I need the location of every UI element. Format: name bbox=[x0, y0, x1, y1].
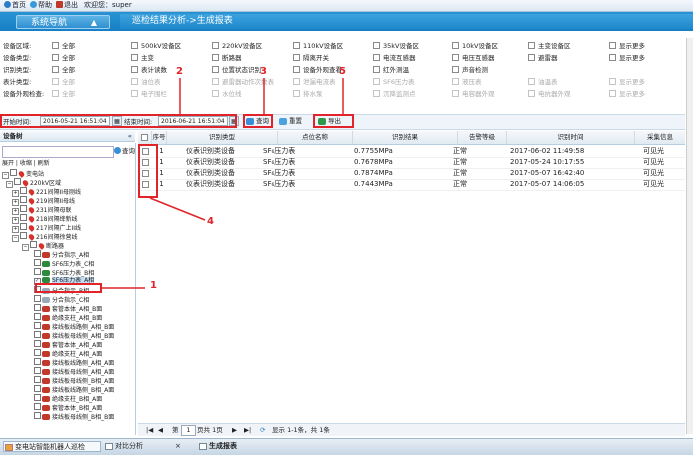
close-icon[interactable]: × bbox=[175, 441, 181, 452]
task-generate-report[interactable]: 生成报表 bbox=[198, 441, 260, 452]
annotation-label-3: 3 bbox=[260, 66, 267, 77]
annotation-lines bbox=[102, 78, 344, 289]
task-label: 生成报表 bbox=[209, 442, 237, 450]
annotation-label-1: 1 bbox=[150, 280, 157, 291]
home-icon bbox=[5, 444, 13, 451]
task-label: 对比分析 bbox=[115, 442, 143, 450]
annotation-label-5: 5 bbox=[339, 66, 346, 77]
taskbar: 变电站智能机器人巡检 对比分析 × 生成报表 bbox=[0, 438, 693, 455]
window-icon bbox=[199, 443, 207, 450]
task-robot-inspection[interactable]: 变电站智能机器人巡检 bbox=[3, 441, 101, 452]
annotation-label-4: 4 bbox=[207, 216, 214, 227]
annotation-label-2: 2 bbox=[176, 66, 183, 77]
task-label: 变电站智能机器人巡检 bbox=[15, 443, 85, 451]
task-compare-analysis[interactable]: 对比分析 bbox=[104, 441, 162, 452]
window-icon bbox=[105, 443, 113, 450]
